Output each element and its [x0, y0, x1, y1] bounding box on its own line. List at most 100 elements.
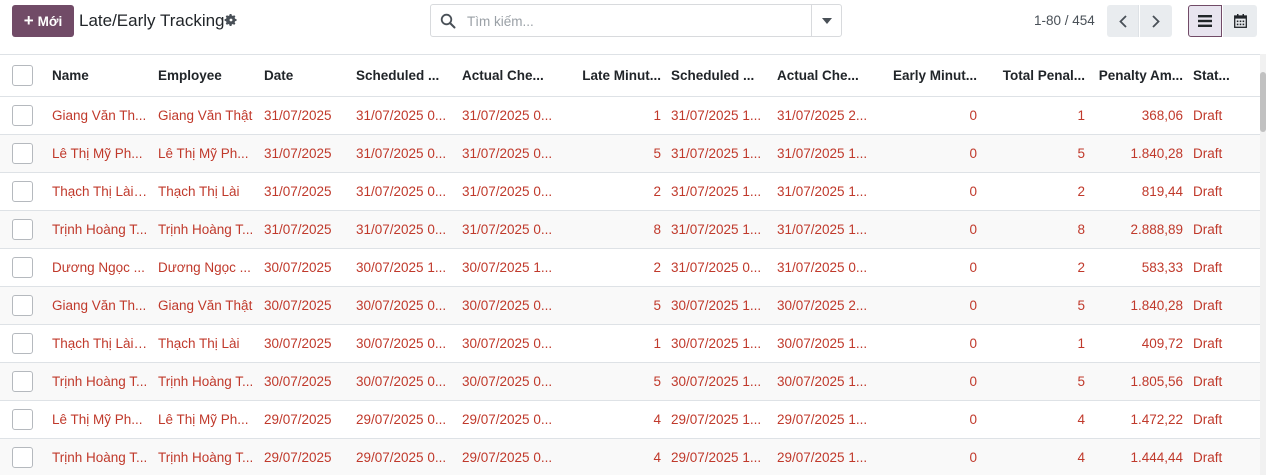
cell-penalty-amount[interactable]: 1.805,56 [1090, 362, 1188, 400]
row-checkbox[interactable] [12, 294, 33, 316]
table-row[interactable]: Lê Thị Mỹ Ph... Lê Thị Mỹ Ph... 31/07/2025… [0, 134, 1260, 172]
cell-name[interactable]: Giang Văn Th... [47, 286, 153, 324]
vertical-scrollbar[interactable] [1260, 54, 1266, 475]
cell-employee[interactable]: Lê Thị Mỹ Ph... [153, 134, 259, 172]
cell-total-penalty[interactable]: 2 [982, 248, 1090, 286]
cell-date[interactable]: 31/07/2025 [259, 210, 351, 248]
cell-employee[interactable]: Giang Văn Thật [153, 286, 259, 324]
cell-employee[interactable]: Giang Văn Thật [153, 96, 259, 134]
column-header-actual-out[interactable]: Actual Che... [772, 55, 884, 97]
cell-early-minutes[interactable]: 0 [884, 438, 982, 475]
cell-status[interactable]: Draft [1188, 438, 1260, 475]
cell-actual-out[interactable]: 31/07/2025 1... [772, 172, 884, 210]
cell-actual-in[interactable]: 31/07/2025 0... [457, 172, 563, 210]
cell-penalty-amount[interactable]: 1.444,44 [1090, 438, 1188, 475]
table-row[interactable]: Thạch Thị Lài ... Thạch Thị Lài 30/07/2025… [0, 324, 1260, 362]
scrollbar-thumb[interactable] [1260, 72, 1266, 132]
cell-name[interactable]: Dương Ngọc ... [47, 248, 153, 286]
row-checkbox[interactable] [12, 446, 33, 468]
cell-total-penalty[interactable]: 5 [982, 362, 1090, 400]
cell-actual-in[interactable]: 31/07/2025 0... [457, 210, 563, 248]
list-view-button[interactable] [1188, 5, 1222, 37]
cell-early-minutes[interactable]: 0 [884, 362, 982, 400]
cell-early-minutes[interactable]: 0 [884, 400, 982, 438]
cell-total-penalty[interactable]: 4 [982, 400, 1090, 438]
cell-actual-in[interactable]: 31/07/2025 0... [457, 134, 563, 172]
cell-actual-in[interactable]: 30/07/2025 0... [457, 286, 563, 324]
cell-status[interactable]: Draft [1188, 248, 1260, 286]
pager-value[interactable]: 1-80 / 454 [1034, 13, 1095, 28]
cell-actual-in[interactable]: 31/07/2025 0... [457, 96, 563, 134]
column-header-penalty-amount[interactable]: Penalty Am... [1090, 55, 1188, 97]
cell-actual-out[interactable]: 30/07/2025 1... [772, 362, 884, 400]
cell-scheduled-in[interactable]: 30/07/2025 0... [351, 286, 457, 324]
cell-date[interactable]: 29/07/2025 [259, 400, 351, 438]
cell-total-penalty[interactable]: 2 [982, 172, 1090, 210]
row-checkbox[interactable] [12, 370, 33, 392]
cell-penalty-amount[interactable]: 1.840,28 [1090, 286, 1188, 324]
column-header-scheduled-in[interactable]: Scheduled ... [351, 55, 457, 97]
cell-scheduled-out[interactable]: 31/07/2025 1... [666, 96, 772, 134]
cell-name[interactable]: Lê Thị Mỹ Ph... [47, 134, 153, 172]
cell-name[interactable]: Trịnh Hoàng T... [47, 438, 153, 475]
new-button[interactable]: + Mới [12, 5, 74, 37]
cell-date[interactable]: 30/07/2025 [259, 324, 351, 362]
select-all-checkbox[interactable] [12, 64, 33, 86]
row-checkbox[interactable] [12, 408, 33, 430]
cell-scheduled-out[interactable]: 30/07/2025 1... [666, 362, 772, 400]
cell-actual-out[interactable]: 30/07/2025 2... [772, 286, 884, 324]
cell-early-minutes[interactable]: 0 [884, 134, 982, 172]
cell-date[interactable]: 31/07/2025 [259, 172, 351, 210]
cell-scheduled-out[interactable]: 29/07/2025 1... [666, 400, 772, 438]
cell-scheduled-in[interactable]: 30/07/2025 0... [351, 324, 457, 362]
cell-actual-in[interactable]: 29/07/2025 0... [457, 400, 563, 438]
cell-employee[interactable]: Thạch Thị Lài [153, 324, 259, 362]
cell-scheduled-in[interactable]: 31/07/2025 0... [351, 96, 457, 134]
column-header-name[interactable]: Name [47, 55, 153, 97]
cell-actual-in[interactable]: 30/07/2025 1... [457, 248, 563, 286]
cell-status[interactable]: Draft [1188, 362, 1260, 400]
cell-date[interactable]: 31/07/2025 [259, 134, 351, 172]
cell-status[interactable]: Draft [1188, 172, 1260, 210]
row-checkbox[interactable] [12, 104, 33, 126]
cell-actual-out[interactable]: 29/07/2025 1... [772, 438, 884, 475]
cell-scheduled-in[interactable]: 31/07/2025 0... [351, 210, 457, 248]
cell-scheduled-in[interactable]: 31/07/2025 0... [351, 172, 457, 210]
calendar-view-button[interactable] [1223, 5, 1257, 37]
cell-actual-in[interactable]: 30/07/2025 0... [457, 362, 563, 400]
cell-scheduled-out[interactable]: 31/07/2025 0... [666, 248, 772, 286]
cell-name[interactable]: Giang Văn Th... [47, 96, 153, 134]
cell-actual-out[interactable]: 31/07/2025 1... [772, 210, 884, 248]
table-row[interactable]: Trịnh Hoàng T... Trịnh Hoàng T... 31/07/20… [0, 210, 1260, 248]
cell-late-minutes[interactable]: 1 [563, 324, 666, 362]
cell-date[interactable]: 31/07/2025 [259, 96, 351, 134]
column-header-status[interactable]: Stat... [1188, 55, 1260, 97]
cell-penalty-amount[interactable]: 368,06 [1090, 96, 1188, 134]
table-row[interactable]: Lê Thị Mỹ Ph... Lê Thị Mỹ Ph... 29/07/2025… [0, 400, 1260, 438]
column-header-total-penalty[interactable]: Total Penal... [982, 55, 1090, 97]
cell-late-minutes[interactable]: 5 [563, 134, 666, 172]
table-row[interactable]: Trịnh Hoàng T... Trịnh Hoàng T... 30/07/20… [0, 362, 1260, 400]
row-checkbox[interactable] [12, 332, 33, 354]
cell-penalty-amount[interactable]: 409,72 [1090, 324, 1188, 362]
table-row[interactable]: Trịnh Hoàng T... Trịnh Hoàng T... 29/07/20… [0, 438, 1260, 475]
cell-late-minutes[interactable]: 2 [563, 172, 666, 210]
cell-status[interactable]: Draft [1188, 286, 1260, 324]
table-row[interactable]: Dương Ngọc ... Dương Ngọc ... 30/07/2025 30… [0, 248, 1260, 286]
row-checkbox[interactable] [12, 218, 33, 240]
cell-employee[interactable]: Thạch Thị Lài [153, 172, 259, 210]
cell-scheduled-out[interactable]: 30/07/2025 1... [666, 286, 772, 324]
cell-date[interactable]: 30/07/2025 [259, 362, 351, 400]
cell-status[interactable]: Draft [1188, 210, 1260, 248]
cell-scheduled-in[interactable]: 29/07/2025 0... [351, 438, 457, 475]
column-header-scheduled-out[interactable]: Scheduled ... [666, 55, 772, 97]
cell-status[interactable]: Draft [1188, 324, 1260, 362]
cell-late-minutes[interactable]: 5 [563, 362, 666, 400]
cell-penalty-amount[interactable]: 819,44 [1090, 172, 1188, 210]
cell-scheduled-in[interactable]: 30/07/2025 0... [351, 362, 457, 400]
row-checkbox[interactable] [12, 142, 33, 164]
cell-employee[interactable]: Trịnh Hoàng T... [153, 362, 259, 400]
cell-actual-out[interactable]: 30/07/2025 1... [772, 324, 884, 362]
cell-name[interactable]: Thạch Thị Lài ... [47, 324, 153, 362]
cell-date[interactable]: 29/07/2025 [259, 438, 351, 475]
